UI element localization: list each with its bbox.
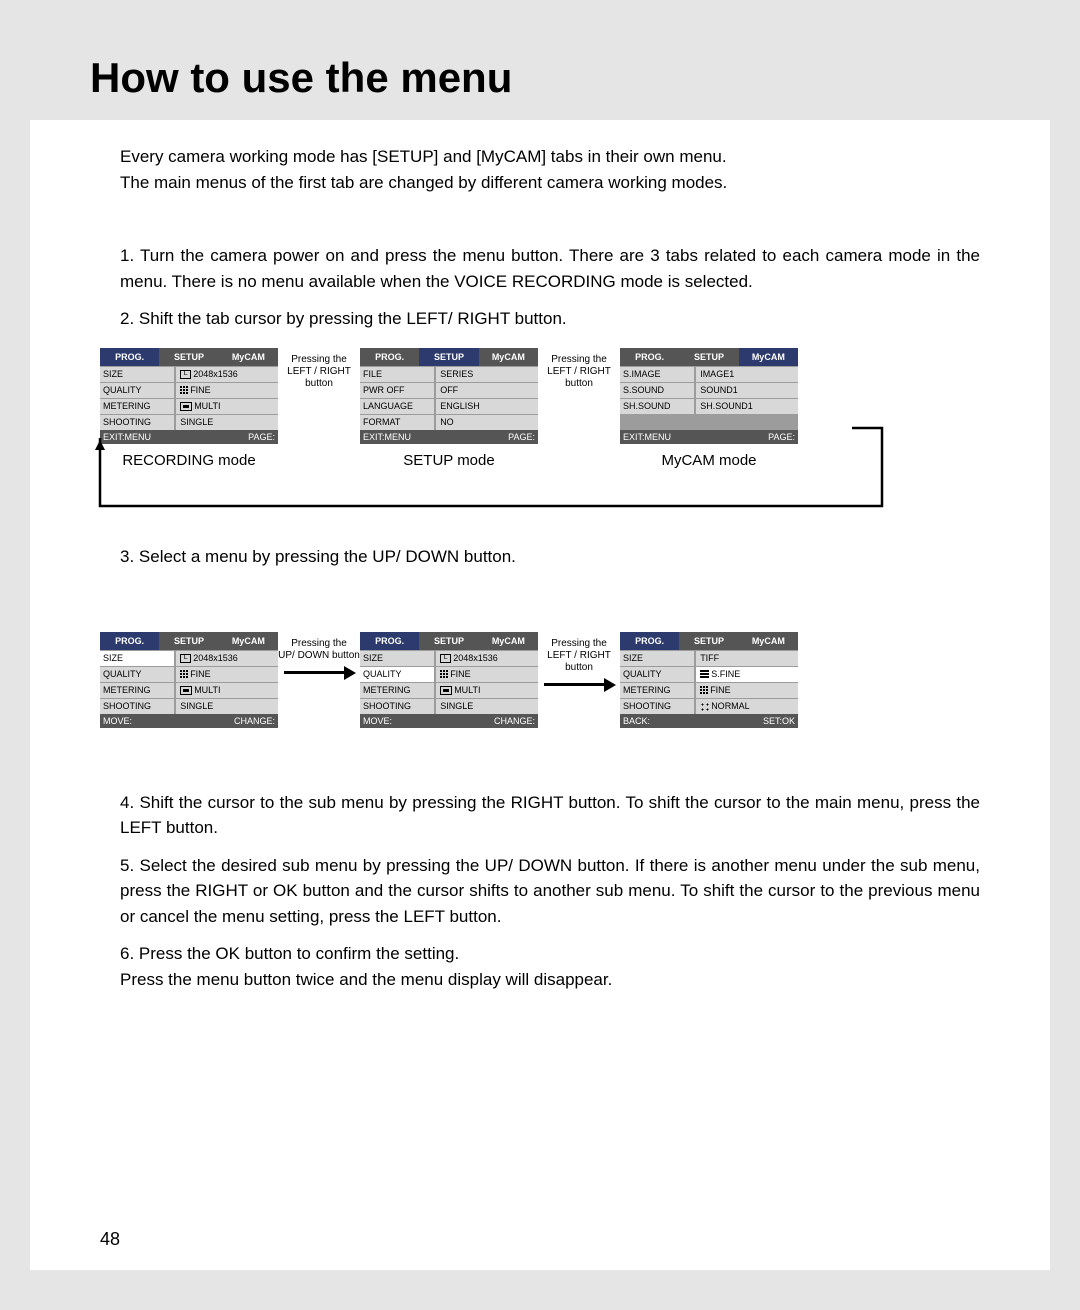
title-bar: How to use the menu [30, 30, 1050, 120]
step-6: 6. Press the OK button to confirm the se… [120, 941, 980, 992]
step-3: 3. Select a menu by pressing the UP/ DOW… [120, 544, 980, 570]
tab-mycam: MyCAM [739, 632, 798, 650]
grid-icon [700, 686, 708, 694]
dots-icon [700, 702, 709, 711]
menu-value: MULTI [176, 683, 278, 698]
footer-change: CHANGE: [449, 714, 538, 728]
menu-value: FINE [696, 683, 798, 698]
footer-back: BACK: [620, 714, 709, 728]
tab-prog: PROG. [360, 632, 419, 650]
menu-label: METERING [360, 683, 434, 698]
menu-value: SINGLE [176, 699, 278, 714]
manual-page: How to use the menu Every camera working… [0, 0, 1080, 1310]
connector-text: Pressing the [278, 638, 360, 650]
connector-ud: Pressing the UP/ DOWN button [278, 632, 360, 676]
menu-row: QUALITYS.FINE [620, 666, 798, 682]
intro-text: Every camera working mode has [SETUP] an… [120, 144, 980, 195]
multi-icon [440, 686, 452, 695]
menu-label: QUALITY [620, 667, 694, 682]
footer-move: MOVE: [360, 714, 449, 728]
loop-line-icon [62, 358, 912, 518]
connector-text: Pressing the [538, 638, 620, 650]
menu-value: FINE [436, 667, 538, 682]
menu-row: SIZETIFF [620, 650, 798, 666]
menu-label: METERING [620, 683, 694, 698]
step-1: 1. Turn the camera power on and press th… [120, 243, 980, 294]
page-number: 48 [100, 1229, 120, 1250]
step-2: 2. Shift the tab cursor by pressing the … [120, 306, 980, 332]
menu-label: SIZE [620, 651, 694, 666]
intro-line: Every camera working mode has [SETUP] an… [120, 144, 980, 170]
menu-row: QUALITYFINE [360, 666, 538, 682]
menu-row: METERINGMULTI [360, 682, 538, 698]
menu-row: SIZEL2048x1536 [360, 650, 538, 666]
menu-value: L2048x1536 [176, 651, 278, 666]
menu-row: METERINGMULTI [100, 682, 278, 698]
grid-icon [180, 670, 188, 678]
menu-value: NORMAL [696, 699, 798, 714]
menu-row: SHOOTINGSINGLE [360, 698, 538, 714]
menu-row: SHOOTINGNORMAL [620, 698, 798, 714]
step-5: 5. Select the desired sub menu by pressi… [120, 853, 980, 930]
tab-mycam: MyCAM [219, 632, 278, 650]
intro-line: The main menus of the first tab are chan… [120, 170, 980, 196]
menu-row: QUALITYFINE [100, 666, 278, 682]
diagram-select: PROG. SETUP MyCAM SIZEL2048x1536QUALITYF… [100, 632, 980, 728]
screen-select-2: PROG. SETUP MyCAM SIZEL2048x1536QUALITYF… [360, 632, 538, 728]
menu-label: METERING [100, 683, 174, 698]
menu-value: FINE [176, 667, 278, 682]
screen-select-3: PROG. SETUP MyCAM SIZETIFFQUALITYS.FINEM… [620, 632, 798, 728]
connector-text: UP/ DOWN button [278, 650, 360, 662]
tab-prog: PROG. [620, 632, 679, 650]
arrow-right-icon [278, 668, 360, 676]
menu-label: SIZE [360, 651, 434, 666]
menu-label: QUALITY [100, 667, 174, 682]
diagram-tabs: PROG. SETUP MyCAM SIZEL2048x1536QUALITYF… [100, 348, 980, 517]
menu-value: S.FINE [696, 667, 798, 682]
step-6-text: 6. Press the OK button to confirm the se… [120, 944, 459, 963]
menu-label: SHOOTING [620, 699, 694, 714]
menu-value: L2048x1536 [436, 651, 538, 666]
menu-label: QUALITY [360, 667, 434, 682]
menu-row: SIZEL2048x1536 [100, 650, 278, 666]
grid-icon [440, 670, 448, 678]
menu-value: TIFF [696, 651, 798, 666]
step-4: 4. Shift the cursor to the sub menu by p… [120, 790, 980, 841]
loopback-arrow [100, 478, 980, 516]
menu-label: SHOOTING [100, 699, 174, 714]
screen-select-1: PROG. SETUP MyCAM SIZEL2048x1536QUALITYF… [100, 632, 278, 728]
arrow-right-icon [538, 680, 620, 688]
size-l-icon: L [440, 654, 451, 663]
footer-setok: SET:OK [709, 714, 798, 728]
menu-label: SIZE [100, 651, 174, 666]
connector-lr: Pressing the LEFT / RIGHT button [538, 632, 620, 688]
size-l-icon: L [180, 654, 191, 663]
bars-icon [700, 670, 709, 678]
tab-mycam: MyCAM [479, 632, 538, 650]
page-title: How to use the menu [90, 54, 1050, 102]
menu-label: SHOOTING [360, 699, 434, 714]
multi-icon [180, 686, 192, 695]
page-inner: How to use the menu Every camera working… [30, 30, 1050, 1270]
footer-change: CHANGE: [189, 714, 278, 728]
menu-value: SINGLE [436, 699, 538, 714]
tab-setup: SETUP [159, 632, 218, 650]
footer-move: MOVE: [100, 714, 189, 728]
content: Every camera working mode has [SETUP] an… [30, 120, 1050, 992]
tab-setup: SETUP [419, 632, 478, 650]
tab-prog: PROG. [100, 632, 159, 650]
menu-value: MULTI [436, 683, 538, 698]
connector-text: LEFT / RIGHT button [538, 650, 620, 674]
menu-row: SHOOTINGSINGLE [100, 698, 278, 714]
tab-setup: SETUP [679, 632, 738, 650]
menu-row: METERINGFINE [620, 682, 798, 698]
step-6b-text: Press the menu button twice and the menu… [120, 970, 612, 989]
